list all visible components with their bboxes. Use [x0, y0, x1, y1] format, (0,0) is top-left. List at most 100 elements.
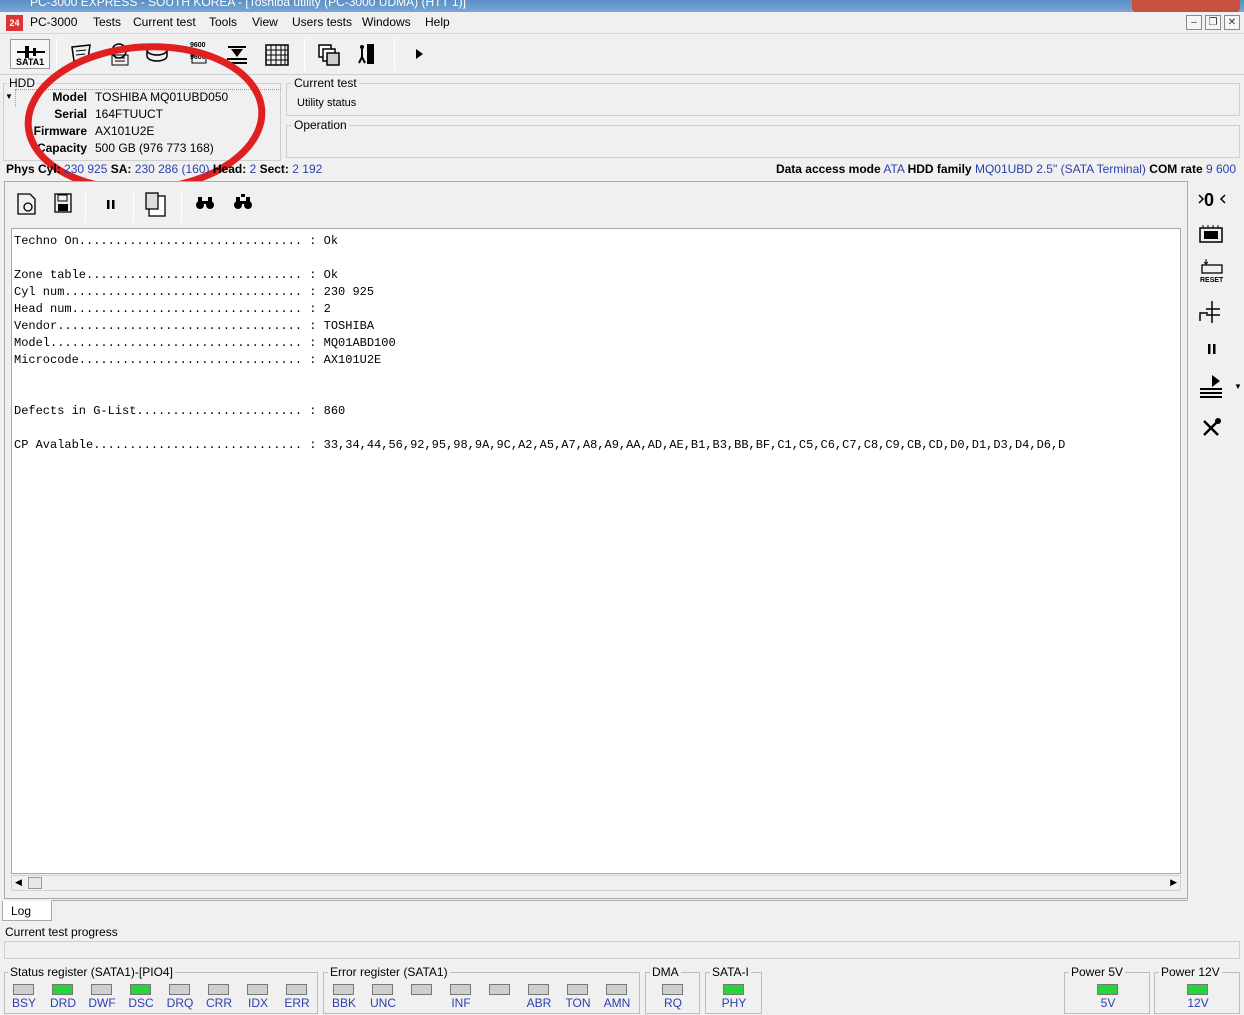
- menu-help[interactable]: Help: [425, 15, 450, 29]
- binoculars-icon: [196, 197, 214, 209]
- led-indicator: CRR: [202, 982, 236, 1012]
- tab-divider: [52, 900, 1188, 901]
- clipboard-icon: [145, 192, 166, 217]
- led-label: DWF: [88, 996, 116, 1010]
- status-register-title: Status register (SATA1)-[PIO4]: [8, 965, 175, 979]
- led-lamp: [411, 984, 432, 995]
- log-save-button[interactable]: [49, 190, 77, 218]
- right-toolbar: 0 RESET ▼: [1190, 181, 1244, 451]
- tab-log[interactable]: Log: [2, 901, 52, 921]
- reset-button[interactable]: RESET: [1194, 257, 1230, 287]
- sa-label: SA:: [110, 162, 132, 176]
- tab-log-label: Log: [11, 904, 32, 918]
- log-line: Model...................................…: [14, 336, 396, 350]
- rom-button[interactable]: [1194, 221, 1230, 251]
- menu-users-tests[interactable]: Users tests: [292, 15, 352, 29]
- led-label: DRQ: [166, 996, 194, 1010]
- led-indicator: PHY: [717, 982, 751, 1012]
- plug-icon: [1199, 301, 1220, 323]
- led-indicator: BSY: [7, 982, 41, 1012]
- pause-icon: [1208, 344, 1216, 354]
- led-lamp: [1187, 984, 1208, 995]
- menu-current-test[interactable]: Current test: [133, 15, 196, 29]
- chip-icon: [1199, 225, 1223, 243]
- menu-windows[interactable]: Windows: [362, 15, 411, 29]
- minimize-icon[interactable]: –: [1186, 15, 1202, 30]
- led-lamp: [169, 984, 190, 995]
- log-clear-button[interactable]: [143, 190, 171, 218]
- operation-title: Operation: [292, 118, 349, 132]
- led-label: ABR: [526, 996, 552, 1010]
- hdd-dropdown-arrow-icon[interactable]: ▼: [5, 92, 13, 101]
- led-lamp: [606, 984, 627, 995]
- power-switch-icon: [1200, 375, 1222, 398]
- power-off-button[interactable]: [1194, 371, 1230, 401]
- log-panel: Techno On...............................…: [4, 181, 1188, 899]
- play-icon: [416, 49, 423, 59]
- close-icon[interactable]: ✕: [1224, 15, 1240, 30]
- head-map-button[interactable]: 0: [1194, 185, 1230, 215]
- menu-view[interactable]: View: [252, 15, 278, 29]
- com-rate-label: COM rate: [1149, 162, 1203, 176]
- cascade-windows-icon: [318, 44, 340, 66]
- page-gear-icon: [17, 193, 36, 215]
- led-indicator: ABR: [522, 982, 556, 1012]
- window-controls[interactable]: [1132, 0, 1240, 12]
- horizontal-scrollbar[interactable]: ◀ ▶: [11, 875, 1181, 891]
- led-indicator: DWF: [85, 982, 119, 1012]
- run-button[interactable]: [404, 39, 434, 69]
- toolbar-separator: [133, 190, 134, 222]
- geometry-info-line: Phys Cyl: 230 925 SA: 230 286 (160) Head…: [0, 161, 1244, 179]
- exit-button[interactable]: [351, 39, 381, 69]
- scrollbar-thumb[interactable]: [28, 877, 42, 889]
- led-label: UNC: [370, 996, 396, 1010]
- log-text-area[interactable]: Techno On...............................…: [11, 228, 1181, 874]
- current-test-group: [286, 83, 1240, 116]
- tools-button[interactable]: [1194, 413, 1230, 443]
- led-indicator: ERR: [280, 982, 314, 1012]
- log-content: Techno On...............................…: [12, 229, 1180, 458]
- pause-button[interactable]: [1194, 335, 1230, 365]
- led-indicator: TON: [561, 982, 595, 1012]
- sect-label: Sect:: [259, 162, 289, 176]
- app-icon[interactable]: 24: [6, 15, 23, 31]
- data-access-value: ATA: [883, 162, 905, 176]
- menu-tests[interactable]: Tests: [93, 15, 121, 29]
- log-line: Microcode...............................…: [14, 353, 382, 367]
- led-lamp: [286, 984, 307, 995]
- head-label: Head:: [212, 162, 247, 176]
- window-title: PC-3000 EXPRESS - SOUTH KOREA - [Toshiba…: [30, 0, 466, 9]
- led-lamp: [528, 984, 549, 995]
- toolbar-separator: [304, 39, 305, 71]
- led-label: BSY: [11, 996, 36, 1010]
- menu-tools[interactable]: Tools: [209, 15, 237, 29]
- power-control-button[interactable]: [1194, 297, 1230, 327]
- led-lamp: [333, 984, 354, 995]
- power-dropdown-arrow-icon[interactable]: ▼: [1234, 382, 1242, 391]
- led-indicator: RQ: [656, 982, 690, 1012]
- scroll-right-arrow-icon[interactable]: ▶: [1170, 877, 1177, 888]
- led-lamp: [489, 984, 510, 995]
- windows-button[interactable]: [313, 39, 343, 69]
- log-find-next-button[interactable]: [229, 190, 257, 218]
- geometry-left: Phys Cyl: 230 925 SA: 230 286 (160) Head…: [6, 162, 322, 176]
- log-settings-button[interactable]: [13, 190, 41, 218]
- menu-bar: 24 PC-3000 Tests Current test Tools View…: [0, 12, 1244, 34]
- error-register-title: Error register (SATA1): [328, 965, 450, 979]
- toolbar-separator: [394, 39, 395, 71]
- led-label: DRD: [50, 996, 76, 1010]
- log-find-button[interactable]: [191, 190, 219, 218]
- restore-icon[interactable]: ❐: [1205, 15, 1221, 30]
- led-label: TON: [565, 996, 591, 1010]
- com-rate-value: 9 600: [1205, 162, 1236, 176]
- geometry-right: Data access mode ATA HDD family MQ01UBD …: [776, 162, 1236, 176]
- led-label: INF: [451, 996, 471, 1010]
- led-lamp: [91, 984, 112, 995]
- log-pause-button[interactable]: [97, 190, 125, 218]
- led-label: DSC: [128, 996, 154, 1010]
- led-lamp: [567, 984, 588, 995]
- log-toolbar: [5, 182, 1187, 224]
- menu-pc3000[interactable]: PC-3000: [30, 15, 77, 29]
- scroll-left-arrow-icon[interactable]: ◀: [15, 877, 22, 888]
- led-label: ERR: [284, 996, 310, 1010]
